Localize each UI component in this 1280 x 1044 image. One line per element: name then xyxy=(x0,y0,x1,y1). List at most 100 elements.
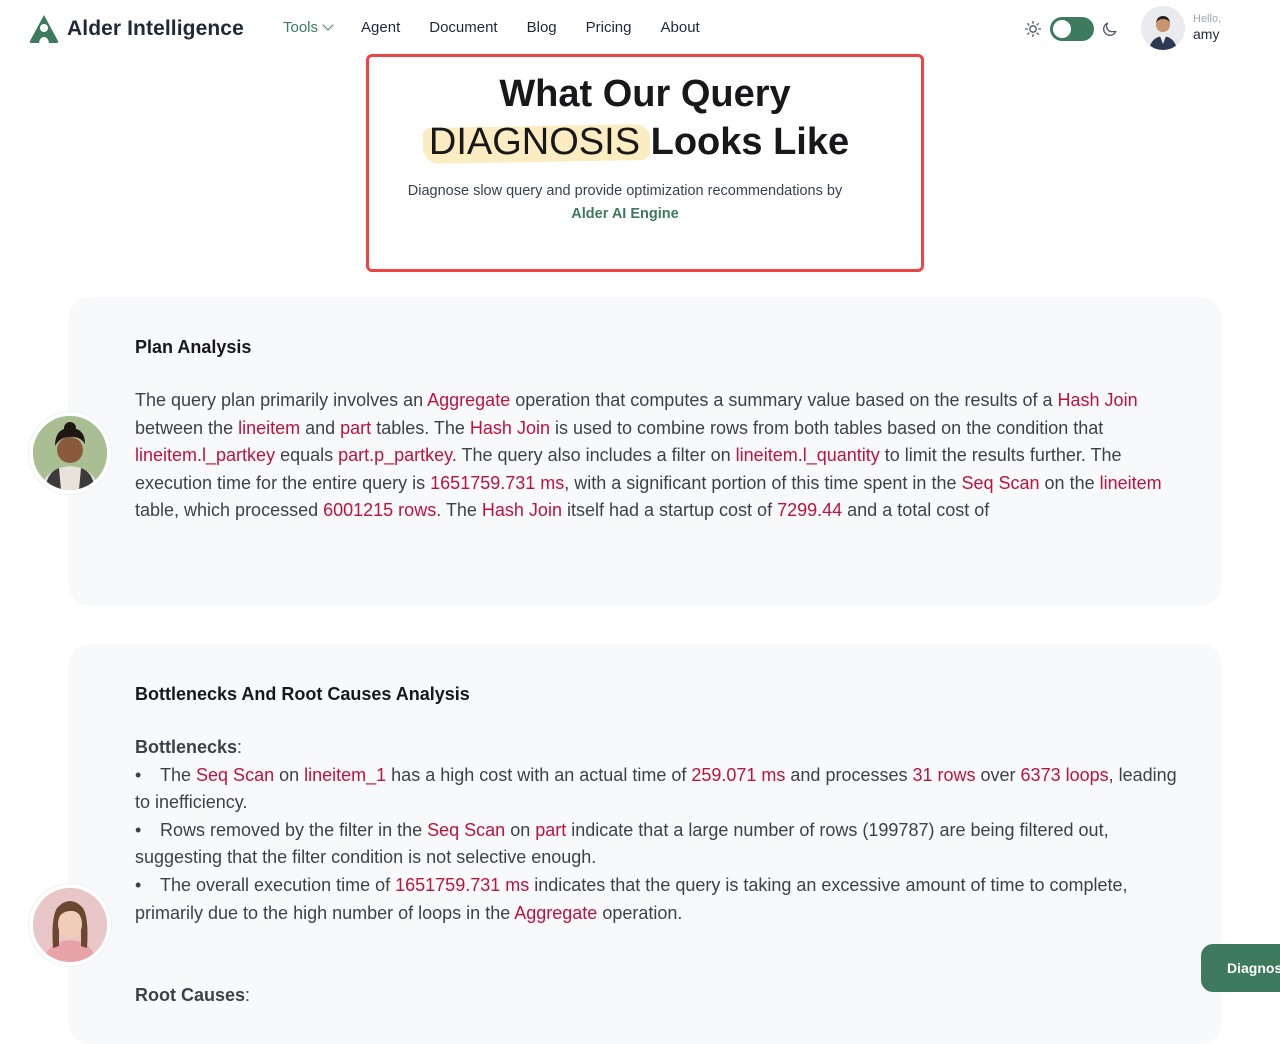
item-term: 259.071 ms xyxy=(691,764,786,785)
persona-avatar-1 xyxy=(29,412,111,494)
item-term: 6373 loops xyxy=(1020,764,1109,785)
plan-term: 7299.44 xyxy=(777,500,843,521)
plan-term: 6001215 rows xyxy=(323,500,437,521)
item-text: The overall execution time of xyxy=(160,874,396,895)
item-text: over xyxy=(975,764,1021,785)
user-name: amy xyxy=(1193,26,1220,43)
item-term: 31 rows xyxy=(912,764,976,785)
plan-text: and xyxy=(300,417,341,438)
root-causes-subheading: Root Causes: xyxy=(135,982,1185,1010)
list-item: • Rows removed by the filter in the Seq S… xyxy=(135,817,1185,872)
bullet-icon: • xyxy=(135,874,142,895)
plan-analysis-title: Plan Analysis xyxy=(135,337,252,357)
nav-document[interactable]: Document xyxy=(429,19,497,36)
theme-toggle[interactable] xyxy=(1050,17,1094,41)
persona-avatar-2 xyxy=(29,884,111,966)
plan-term: lineitem.l_quantity xyxy=(735,445,880,466)
plan-text: table, which processed xyxy=(135,500,324,521)
nav-about[interactable]: About xyxy=(661,19,700,36)
bottlenecks-card: Bottlenecks And Root Causes Analysis Bot… xyxy=(68,644,1222,1044)
hero-title-line1: What Our Query xyxy=(499,73,791,115)
plan-term: Hash Join xyxy=(1057,390,1138,410)
item-text: The xyxy=(160,764,197,785)
item-term: Aggregate xyxy=(514,902,598,923)
plan-text: tables. The xyxy=(371,417,470,438)
item-term: Seq Scan xyxy=(196,764,275,785)
brand-logo[interactable]: Alder Intelligence xyxy=(27,13,244,45)
bottlenecks-title: Bottlenecks And Root Causes Analysis xyxy=(135,684,470,704)
plan-term: Seq Scan xyxy=(961,472,1040,493)
bullet-icon: • xyxy=(135,764,142,785)
item-text: and processes xyxy=(785,764,913,785)
user-greeting: Hello, xyxy=(1193,13,1222,25)
nav-tools[interactable]: Tools xyxy=(283,18,334,36)
plan-text: equals xyxy=(275,445,339,466)
item-text: operation. xyxy=(597,902,683,923)
sun-icon xyxy=(1024,20,1042,38)
plan-analysis-card: Plan Analysis The query plan primarily i… xyxy=(68,297,1222,606)
diagnose-button[interactable]: Diagnose xyxy=(1201,944,1280,992)
plan-text: between the xyxy=(135,417,239,438)
plan-term: part.p_partkey xyxy=(338,445,452,466)
hero-title-rest: Looks Like xyxy=(650,121,850,163)
subheading-label: Bottlenecks xyxy=(135,737,238,757)
plan-term: 1651759.731 ms xyxy=(430,472,565,493)
engine-name: Alder AI Engine xyxy=(571,206,679,222)
item-text: on xyxy=(274,764,305,785)
root-causes-colon: : xyxy=(245,985,251,1006)
user-avatar-image xyxy=(1141,6,1185,50)
plan-text: The query plan primarily involves an xyxy=(135,390,428,410)
nav-tools-label: Tools xyxy=(283,19,319,36)
item-text: on xyxy=(505,819,536,840)
item-term: Seq Scan xyxy=(427,819,506,840)
plan-text: . The query also includes a filter on xyxy=(451,445,736,466)
root-causes-label: Root Causes xyxy=(135,985,246,1006)
alder-logo-icon xyxy=(29,15,59,43)
hero-title-line2: DIAGNOSIS Looks Like xyxy=(360,118,918,166)
plan-text: , with a significant portion of this tim… xyxy=(564,472,962,493)
list-item: • The Seq Scan on lineitem_1 has a high c… xyxy=(135,762,1185,817)
nav-blog[interactable]: Blog xyxy=(527,19,557,36)
item-term: 1651759.731 ms xyxy=(395,874,530,895)
plan-term: lineitem.l_partkey xyxy=(135,445,276,466)
nav-agent[interactable]: Agent xyxy=(361,19,400,36)
plan-term: Aggregate xyxy=(427,390,511,410)
plan-text: operation that computes a summary value … xyxy=(510,390,1058,410)
bottleneck-list: • The Seq Scan on lineitem_1 has a high c… xyxy=(135,762,1185,928)
moon-icon xyxy=(1103,22,1117,36)
item-text: has a high cost with an actual time of xyxy=(386,764,692,785)
user-info: Hello, amy xyxy=(1193,13,1221,43)
user-avatar[interactable] xyxy=(1141,6,1185,50)
theme-switcher xyxy=(1024,17,1118,41)
item-term: lineitem_1 xyxy=(304,764,387,785)
subheading-colon: : xyxy=(237,737,243,757)
list-item: • The overall execution time of 1651759.7… xyxy=(135,872,1185,927)
top-navbar: Alder Intelligence Tools Agent Document … xyxy=(0,0,1280,58)
plan-term: Hash Join xyxy=(469,417,550,438)
chevron-down-icon xyxy=(322,18,334,31)
avatar-image xyxy=(33,416,107,490)
plan-term: part xyxy=(340,417,372,438)
toggle-knob xyxy=(1053,20,1071,38)
main-nav: Tools Agent Document Blog Pricing About xyxy=(283,18,729,36)
hero-subtitle-text: Diagnose slow query and provide optimiza… xyxy=(407,183,843,199)
plan-text: . The xyxy=(436,500,482,521)
plan-text: is used to combine rows from both tables… xyxy=(549,417,1104,438)
plan-term: lineitem xyxy=(238,417,301,438)
hero-title: What Our Query DIAGNOSIS Looks Like xyxy=(366,70,924,166)
plan-analysis-text: The query plan primarily involves an Agg… xyxy=(135,387,1185,525)
item-text: Rows removed by the filter in the xyxy=(160,819,428,840)
avatar-image xyxy=(33,888,107,962)
plan-text: itself had a startup cost of xyxy=(561,500,778,521)
hero-subtitle: Diagnose slow query and provide optimiza… xyxy=(366,180,884,226)
bottlenecks-text: Bottlenecks: • The Seq Scan on lineitem_1… xyxy=(135,734,1185,1010)
plan-term: lineitem xyxy=(1099,472,1162,493)
plan-text: and a total cost of xyxy=(842,500,990,521)
user-menu[interactable]: Hello, amy xyxy=(1141,6,1221,50)
brand-name: Alder Intelligence xyxy=(67,17,244,40)
nav-pricing[interactable]: Pricing xyxy=(586,19,632,36)
item-term: part xyxy=(535,819,567,840)
hero-highlight-text: DIAGNOSIS xyxy=(428,121,641,163)
plan-text: on the xyxy=(1039,472,1100,493)
